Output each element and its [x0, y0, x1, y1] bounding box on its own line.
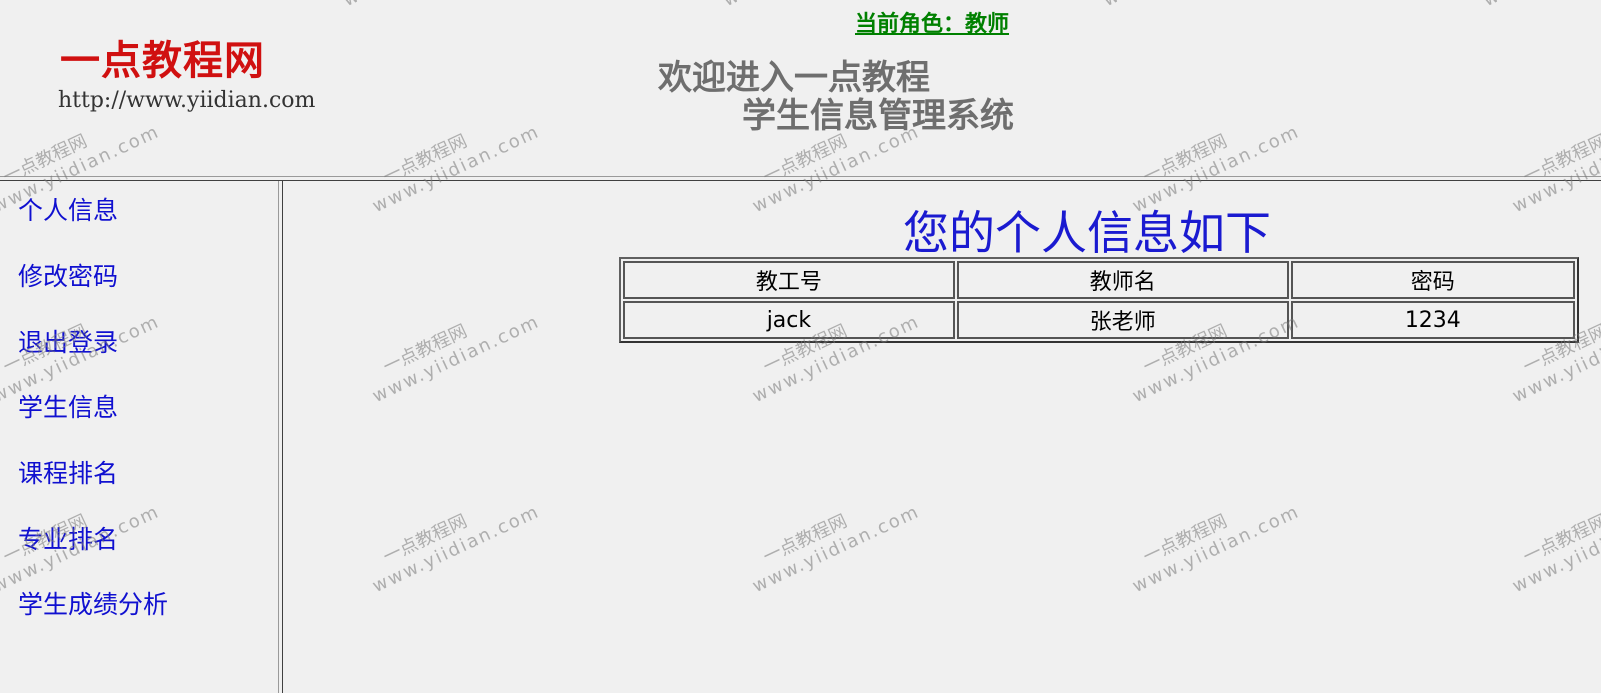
table-row: jack 张老师 1234: [623, 301, 1575, 339]
cell-teacher-name: 张老师: [956, 301, 1289, 339]
cell-teacher-id: jack: [623, 301, 955, 339]
teacher-info-table: 教工号 教师名 密码 jack 张老师 1234: [619, 257, 1579, 343]
column-header-password: 密码: [1290, 261, 1575, 299]
site-url: http://www.yiidian.com: [58, 88, 316, 113]
sidebar-item-logout[interactable]: 退出登录: [18, 323, 118, 359]
sidebar-item-change-password[interactable]: 修改密码: [18, 257, 118, 293]
sidebar-item-score-analysis[interactable]: 学生成绩分析: [18, 585, 168, 621]
site-logo: 一点教程网: [60, 37, 265, 84]
header-frame: 一点教程网 http://www.yiidian.com 欢迎进入一点教程 学生…: [0, 0, 1601, 176]
sidebar-nav: 个人信息 修改密码 退出登录 学生信息 课程排名 专业排名 学生成绩分析: [0, 181, 278, 693]
column-header-teacher-id: 教工号: [623, 261, 955, 299]
sidebar-item-course-ranking[interactable]: 课程排名: [18, 454, 118, 490]
main-content: 您的个人信息如下 教工号 教师名 密码 jack 张老师 1234: [283, 181, 1601, 693]
page: 一点教程网 http://www.yiidian.com 欢迎进入一点教程 学生…: [0, 0, 1601, 693]
sidebar-item-student-info[interactable]: 学生信息: [18, 388, 118, 424]
column-header-teacher-name: 教师名: [956, 261, 1289, 299]
cell-password: 1234: [1290, 301, 1575, 339]
table-header-row: 教工号 教师名 密码: [623, 261, 1575, 299]
welcome-title-line2: 学生信息管理系统: [742, 96, 1014, 136]
sidebar-item-major-ranking[interactable]: 专业排名: [18, 520, 118, 556]
page-title: 您的个人信息如下: [903, 206, 1271, 260]
current-role-link[interactable]: 当前角色：教师: [855, 6, 1009, 38]
sidebar-item-personal-info[interactable]: 个人信息: [18, 191, 118, 227]
